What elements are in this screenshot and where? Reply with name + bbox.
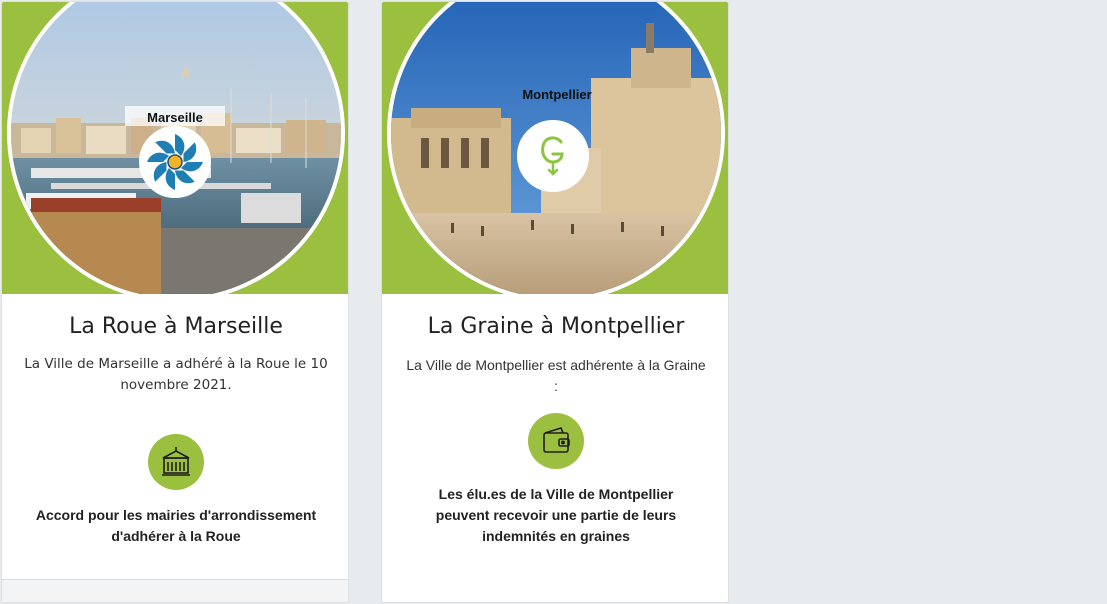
card-la-roue-marseille[interactable]: Marseille La Roue à Marseille La Ville d…: [1, 1, 349, 603]
feature-text: Les élu.es de la Ville de Montpellier pe…: [435, 486, 677, 544]
city-label: Marseille: [125, 106, 225, 126]
feature-text: Accord pour les mairies d'arrondissement…: [35, 507, 317, 544]
wallet-icon: [528, 413, 584, 469]
la-roue-logo-icon: [139, 126, 211, 198]
card-footer: [2, 579, 348, 602]
town-hall-icon: [148, 434, 204, 490]
card-title: La Graine à Montpellier: [427, 314, 685, 339]
card-description: La Ville de Marseille a adhéré à la Roue…: [24, 356, 328, 393]
la-graine-logo-icon: [517, 120, 589, 192]
card-description: La Ville de Montpellier est adhérente à …: [406, 357, 706, 394]
card-la-graine-montpellier[interactable]: Montpellier La Graine à Montpellier La V…: [381, 1, 729, 603]
city-label: Montpellier: [522, 87, 592, 102]
card-title: La Roue à Marseille: [69, 314, 283, 339]
